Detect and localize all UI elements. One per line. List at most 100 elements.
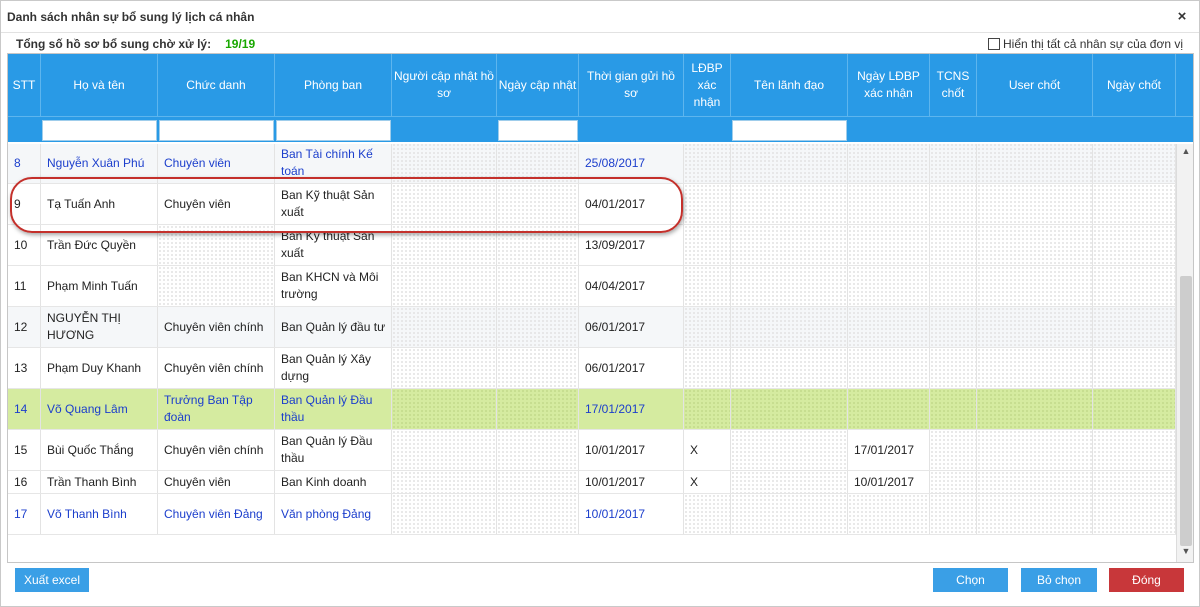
show-all-checkbox[interactable] xyxy=(988,38,1000,50)
choose-button[interactable]: Chọn xyxy=(933,568,1008,592)
cell-updater xyxy=(392,144,497,183)
cell-updater xyxy=(392,430,497,470)
cell-lock-date xyxy=(1093,307,1176,347)
cell-name: Phạm Duy Khanh xyxy=(41,348,158,388)
cell-send-time: 13/09/2017 xyxy=(579,225,684,265)
filter-title-input[interactable] xyxy=(159,120,274,141)
cell-tcns xyxy=(930,144,977,183)
table-row[interactable]: 14 Võ Quang Lâm Trưởng Ban Tập đoàn Ban Quả… xyxy=(8,389,1176,430)
cell-user-lock xyxy=(977,184,1093,224)
cell-stt: 14 xyxy=(8,389,41,429)
column-header-ldbp-date[interactable]: Ngày LĐBP xác nhận xyxy=(848,54,930,116)
cell-name: Phạm Minh Tuấn xyxy=(41,266,158,306)
column-header-ldbp-confirm[interactable]: LĐBP xác nhận xyxy=(684,54,731,116)
cell-tcns xyxy=(930,184,977,224)
close-icon[interactable]: × xyxy=(1175,9,1189,25)
cell-title: Chuyên viên chính xyxy=(158,430,275,470)
scroll-up-icon[interactable]: ▲ xyxy=(1177,146,1193,162)
column-header-leader[interactable]: Tên lãnh đạo xyxy=(731,54,848,116)
column-header-lock-date[interactable]: Ngày chốt xyxy=(1093,54,1176,116)
column-header-name[interactable]: Họ và tên xyxy=(41,54,158,116)
cell-ldbp-date: 17/01/2017 xyxy=(848,430,930,470)
cell-dept: Ban Kỹ thuật Sản xuất xyxy=(275,184,392,224)
scroll-down-icon[interactable]: ▼ xyxy=(1177,546,1193,562)
table-row[interactable]: 10 Trần Đức Quyền Ban Kỹ thuật Sản xuất 13/… xyxy=(8,225,1176,266)
column-header-send-time[interactable]: Thời gian gửi hồ sơ xyxy=(579,54,684,116)
cell-ldbp-date xyxy=(848,348,930,388)
cell-ldbp-date xyxy=(848,144,930,183)
cell-updater xyxy=(392,471,497,493)
column-header-dept[interactable]: Phòng ban xyxy=(275,54,392,116)
cell-ldbp-confirm xyxy=(684,144,731,183)
column-header-update-date[interactable]: Ngày cập nhật xyxy=(497,54,579,116)
table-row[interactable]: 15 Bùi Quốc Thắng Chuyên viên chính Ban Quả… xyxy=(8,430,1176,471)
cell-user-lock xyxy=(977,266,1093,306)
cell-update-date xyxy=(497,430,579,470)
cell-user-lock xyxy=(977,389,1093,429)
cell-lock-date xyxy=(1093,225,1176,265)
table-row[interactable]: 9 Tạ Tuấn Anh Chuyên viên Ban Kỹ thuật Sản … xyxy=(8,184,1176,225)
personnel-grid: STT Họ và tên Chức danh Phòng ban Người cập … xyxy=(7,53,1194,563)
cell-ldbp-confirm: X xyxy=(684,430,731,470)
table-row[interactable]: 16 Trần Thanh Bình Chuyên viên Ban Kinh doa… xyxy=(8,471,1176,494)
cell-send-time: 10/01/2017 xyxy=(579,430,684,470)
show-all-label: Hiển thị tất cả nhân sự của đơn vị xyxy=(1003,37,1183,51)
cell-lock-date xyxy=(1093,494,1176,534)
cell-ldbp-confirm xyxy=(684,494,731,534)
cell-updater xyxy=(392,184,497,224)
cell-update-date xyxy=(497,144,579,183)
cell-tcns xyxy=(930,225,977,265)
cell-update-date xyxy=(497,389,579,429)
cell-updater xyxy=(392,225,497,265)
cell-dept: Ban Quản lý Đầu thầu xyxy=(275,430,392,470)
cell-title: Chuyên viên xyxy=(158,184,275,224)
column-header-user-lock[interactable]: User chốt xyxy=(977,54,1093,116)
table-row[interactable]: 11 Phạm Minh Tuấn Ban KHCN và Môi trường 04… xyxy=(8,266,1176,307)
cell-leader xyxy=(731,266,848,306)
table-row[interactable]: 8 Nguyễn Xuân Phú Chuyên viên Ban Tài chính… xyxy=(8,144,1176,184)
unchoose-button[interactable]: Bỏ chọn xyxy=(1021,568,1097,592)
cell-user-lock xyxy=(977,471,1093,493)
close-button[interactable]: Đóng xyxy=(1109,568,1184,592)
cell-stt: 17 xyxy=(8,494,41,534)
column-header-title[interactable]: Chức danh xyxy=(158,54,275,116)
cell-name: Tạ Tuấn Anh xyxy=(41,184,158,224)
cell-ldbp-date: 10/01/2017 xyxy=(848,471,930,493)
cell-ldbp-confirm xyxy=(684,307,731,347)
cell-leader xyxy=(731,348,848,388)
cell-ldbp-date xyxy=(848,184,930,224)
table-row[interactable]: 12 NGUYỄN THỊ HƯƠNG Chuyên viên chính Ban Q… xyxy=(8,307,1176,348)
cell-dept: Ban Quản lý Đầu thầu xyxy=(275,389,392,429)
export-excel-button[interactable]: Xuất excel xyxy=(15,568,89,592)
column-header-stt[interactable]: STT xyxy=(8,54,41,116)
cell-title xyxy=(158,225,275,265)
cell-title: Chuyên viên xyxy=(158,144,275,183)
pending-summary-label: Tổng số hồ sơ bổ sung chờ xử lý: xyxy=(16,37,212,51)
show-all-toggle[interactable]: Hiển thị tất cả nhân sự của đơn vị xyxy=(988,37,1183,51)
cell-stt: 11 xyxy=(8,266,41,306)
filter-update-date-input[interactable] xyxy=(498,120,578,141)
cell-ldbp-date xyxy=(848,307,930,347)
cell-send-time: 06/01/2017 xyxy=(579,307,684,347)
column-header-updater[interactable]: Người cập nhật hồ sơ xyxy=(392,54,497,116)
cell-send-time: 06/01/2017 xyxy=(579,348,684,388)
table-row[interactable]: 17 Võ Thanh Bình Chuyên viên Đảng Văn phòng… xyxy=(8,494,1176,535)
filter-name-input[interactable] xyxy=(42,120,157,141)
vertical-scrollbar[interactable]: ▲ ▼ xyxy=(1176,144,1193,562)
cell-leader xyxy=(731,389,848,429)
cell-title: Trưởng Ban Tập đoàn xyxy=(158,389,275,429)
column-header-tcns[interactable]: TCNS chốt xyxy=(930,54,977,116)
cell-leader xyxy=(731,307,848,347)
cell-title: Chuyên viên chính xyxy=(158,307,275,347)
filter-dept-input[interactable] xyxy=(276,120,391,141)
table-row[interactable]: 13 Phạm Duy Khanh Chuyên viên chính Ban Quả… xyxy=(8,348,1176,389)
cell-dept: Ban Quản lý Xây dựng xyxy=(275,348,392,388)
cell-update-date xyxy=(497,348,579,388)
filter-leader-input[interactable] xyxy=(732,120,847,141)
cell-name: Trần Thanh Bình xyxy=(41,471,158,493)
cell-update-date xyxy=(497,184,579,224)
cell-tcns xyxy=(930,389,977,429)
cell-ldbp-confirm xyxy=(684,184,731,224)
cell-title: Chuyên viên Đảng xyxy=(158,494,275,534)
scroll-thumb[interactable] xyxy=(1180,276,1192,546)
